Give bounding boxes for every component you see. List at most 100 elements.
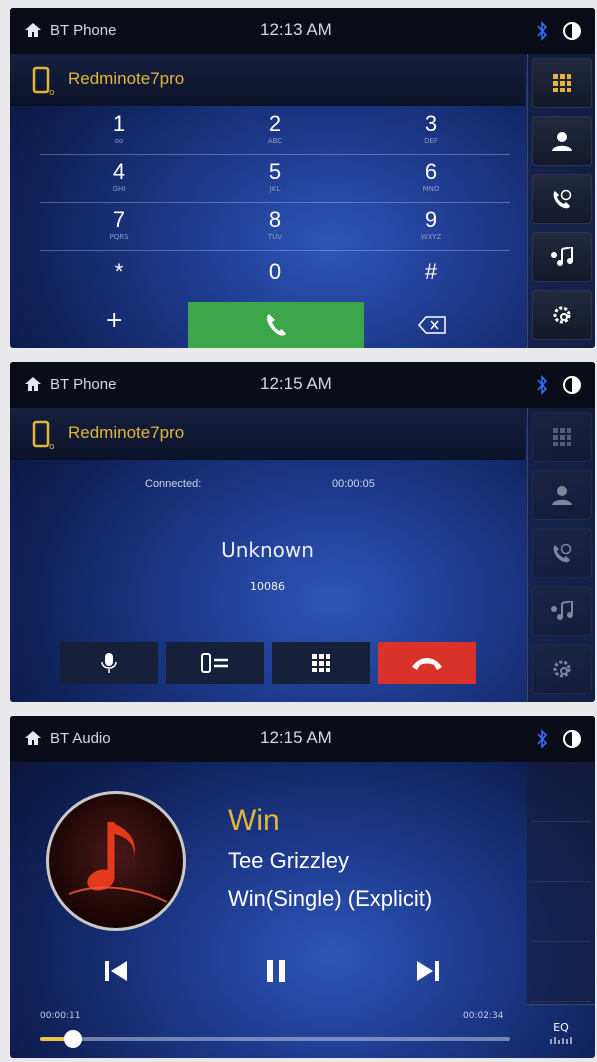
bt-phone-call-screen: BT Phone 12:15 AM o Redminote7pro Connec… (10, 362, 595, 702)
key-3[interactable]: 3 DEF (352, 108, 510, 156)
source-title: BT Audio (50, 730, 111, 747)
sidebar-item-keypad[interactable] (532, 58, 592, 108)
audio-sidebar (527, 762, 595, 1004)
home-icon[interactable] (24, 22, 42, 38)
sidebar-item-contacts[interactable] (532, 470, 592, 520)
device-name: Redminote7pro (68, 423, 185, 442)
svg-text:o: o (49, 88, 55, 96)
home-icon[interactable] (24, 376, 42, 392)
call-status-label: Connected: (145, 478, 202, 490)
transfer-audio-button[interactable] (166, 642, 264, 684)
backspace-icon[interactable] (418, 316, 446, 334)
phone-device-icon: o (32, 66, 55, 96)
next-button[interactable] (408, 954, 448, 988)
handset-icon (267, 314, 286, 336)
key-6[interactable]: 6 MNO (352, 156, 510, 204)
bluetooth-icon (537, 375, 548, 395)
end-call-button[interactable] (378, 642, 476, 684)
contacts-icon (552, 486, 572, 505)
key-star[interactable]: * (40, 256, 198, 304)
track-album: Win(Single) (Explicit) (228, 886, 433, 911)
progress-knob[interactable] (63, 1030, 82, 1048)
sidebar-item-bt-music[interactable] (532, 232, 592, 282)
sidebar-slot (531, 766, 591, 822)
bt-music-icon (551, 601, 573, 620)
device-bar: o Redminote7pro (10, 54, 525, 106)
sidebar-item-contacts[interactable] (532, 116, 592, 166)
keypad-icon (312, 654, 330, 672)
key-8[interactable]: 8 TUV (196, 204, 354, 252)
progress-bar[interactable] (40, 1030, 510, 1048)
bt-music-icon (551, 247, 573, 266)
status-bar: BT Audio 12:15 AM (10, 716, 595, 762)
brightness-icon[interactable] (562, 375, 582, 395)
caller-number: 10086 (250, 580, 285, 593)
total-time: 00:02:34 (463, 1011, 504, 1021)
device-name: Redminote7pro (68, 69, 185, 88)
sidebar-item-call-log[interactable] (532, 528, 592, 578)
key-4[interactable]: 4 GHI (40, 156, 198, 204)
transfer-icon (201, 653, 228, 673)
eq-bars-icon (550, 1037, 572, 1044)
status-bar: BT Phone 12:13 AM (10, 8, 595, 54)
key-2[interactable]: 2 ABC (196, 108, 354, 156)
settings-icon (553, 660, 571, 678)
sidebar-item-keypad[interactable] (532, 412, 592, 462)
call-button[interactable] (188, 302, 364, 348)
key-5[interactable]: 5 JKL (196, 156, 354, 204)
key-1[interactable]: 1 oo (40, 108, 198, 156)
key-7[interactable]: 7 PQRS (40, 204, 198, 252)
skip-next-icon (417, 961, 439, 981)
eq-button[interactable]: EQ (527, 1004, 595, 1058)
sidebar-slot (531, 886, 591, 942)
call-duration: 00:00:05 (332, 478, 375, 490)
key-0[interactable]: 0 (196, 256, 354, 304)
microphone-icon (101, 653, 117, 673)
mute-button[interactable] (60, 642, 158, 684)
sidebar-item-call-log[interactable] (532, 174, 592, 224)
source-title: BT Phone (50, 22, 117, 39)
sidebar-item-settings[interactable] (532, 644, 592, 694)
caller-name: Unknown (221, 538, 314, 562)
skip-previous-icon (105, 961, 127, 981)
hang-up-icon (412, 658, 442, 670)
keypad-icon (553, 428, 571, 446)
contacts-icon (552, 132, 572, 151)
phone-device-icon: o (32, 420, 55, 450)
call-log-icon (553, 543, 572, 563)
call-log-icon (553, 189, 572, 209)
status-bar: BT Phone 12:15 AM (10, 362, 595, 408)
key-hash[interactable]: # (352, 256, 510, 304)
music-note-icon (68, 822, 168, 903)
track-artist: Tee Grizzley (228, 848, 350, 873)
bluetooth-icon (537, 729, 548, 749)
elapsed-time: 00:00:11 (40, 1011, 81, 1021)
svg-text:o: o (49, 442, 55, 450)
phone-sidebar (527, 408, 595, 702)
keypad-icon (553, 74, 571, 92)
brightness-icon[interactable] (562, 729, 582, 749)
plus-button[interactable]: + (105, 308, 123, 333)
dialpad-button[interactable] (272, 642, 370, 684)
eq-label: EQ (553, 1021, 569, 1034)
sidebar-slot (531, 946, 591, 1002)
key-9[interactable]: 9 WXYZ (352, 204, 510, 252)
brightness-icon[interactable] (562, 21, 582, 41)
sidebar-slot (531, 826, 591, 882)
home-icon[interactable] (24, 730, 42, 746)
clock: 12:15 AM (260, 728, 332, 747)
album-art (46, 791, 186, 931)
source-title: BT Phone (50, 376, 117, 393)
pause-button[interactable] (256, 954, 296, 988)
phone-sidebar (527, 54, 595, 348)
previous-button[interactable] (96, 954, 136, 988)
settings-icon (553, 306, 571, 324)
bt-audio-screen: BT Audio 12:15 AM Win Tee Grizzley Win(S… (10, 716, 595, 1058)
clock: 12:15 AM (260, 374, 332, 393)
device-bar: o Redminote7pro (10, 408, 525, 460)
bluetooth-icon (537, 21, 548, 41)
sidebar-item-bt-music[interactable] (532, 586, 592, 636)
bt-phone-keypad-screen: BT Phone 12:13 AM o Redminote7pro 1 oo 2A… (10, 8, 595, 348)
track-title: Win (228, 804, 280, 837)
sidebar-item-settings[interactable] (532, 290, 592, 340)
